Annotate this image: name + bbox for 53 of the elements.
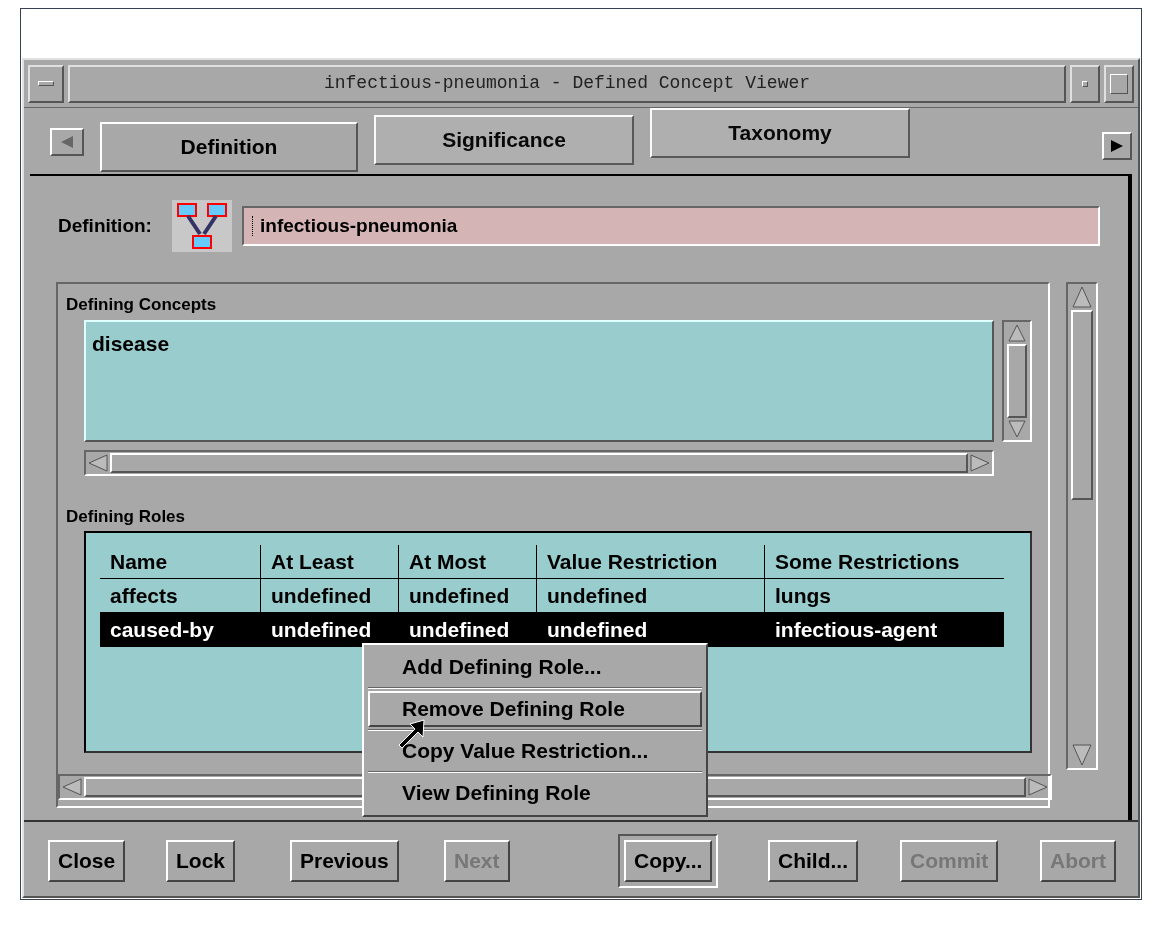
column-header: Name bbox=[109, 548, 169, 575]
table-cell: undefined bbox=[260, 579, 398, 612]
down-triangle-icon bbox=[1071, 742, 1093, 768]
vertical-scrollbar[interactable] bbox=[1066, 282, 1098, 770]
section-heading: Defining Concepts bbox=[66, 295, 217, 314]
table-row[interactable]: caused-by undefined undefined undefined infectious-agent bbox=[100, 613, 1004, 647]
column-header: Value Restriction bbox=[536, 545, 764, 578]
right-triangle-icon bbox=[1109, 138, 1125, 154]
tab-scroll-left-button[interactable] bbox=[50, 128, 84, 156]
maximize-button[interactable] bbox=[1104, 64, 1134, 103]
column-header: At Least bbox=[260, 545, 398, 578]
down-triangle-icon bbox=[1007, 417, 1027, 440]
minimize-button[interactable] bbox=[1070, 64, 1100, 103]
tab-scroll-right-button[interactable] bbox=[1102, 132, 1132, 160]
scroll-thumb[interactable] bbox=[110, 452, 968, 473]
right-triangle-icon bbox=[968, 452, 992, 473]
scroll-thumb[interactable] bbox=[1007, 343, 1027, 418]
up-triangle-icon bbox=[1071, 284, 1093, 310]
window-title: infectious-pneumonia - Defined Concept Viewer bbox=[323, 72, 811, 95]
right-triangle-icon bbox=[1026, 777, 1050, 797]
button[interactable]: Child... bbox=[768, 840, 858, 882]
definition-label: Definition: bbox=[58, 213, 153, 238]
menu-item[interactable]: Copy Value Restriction... bbox=[368, 733, 702, 769]
tab[interactable]: Taxonomy bbox=[650, 108, 910, 158]
button[interactable]: Copy... bbox=[624, 840, 713, 882]
concept-list[interactable]: disease bbox=[84, 319, 994, 442]
column-header: At Most bbox=[398, 545, 536, 578]
table-cell-text: caused-by bbox=[109, 616, 215, 643]
table-cell: undefined bbox=[536, 579, 764, 612]
vertical-scrollbar[interactable] bbox=[1002, 319, 1032, 442]
window-menu-button[interactable] bbox=[28, 64, 64, 103]
tab[interactable]: Definition bbox=[100, 122, 358, 172]
column-header: Some Restrictions bbox=[764, 545, 1004, 578]
menu-item[interactable]: View Defining Role bbox=[368, 775, 702, 811]
tab[interactable]: Significance bbox=[374, 115, 634, 165]
definition-field[interactable]: infectious-pneumonia bbox=[242, 206, 1100, 246]
left-triangle-icon bbox=[86, 452, 110, 473]
scroll-thumb[interactable] bbox=[1071, 310, 1093, 500]
table-cell: lungs bbox=[764, 579, 1004, 612]
button[interactable]: Close bbox=[48, 840, 126, 882]
menu-item[interactable]: Add Defining Role... bbox=[368, 649, 702, 685]
button[interactable]: Lock bbox=[166, 840, 235, 882]
horizontal-scrollbar[interactable] bbox=[84, 449, 994, 476]
left-triangle-icon bbox=[59, 134, 75, 150]
section-heading: Defining Roles bbox=[66, 506, 185, 526]
table-cell-text: affects bbox=[109, 582, 179, 609]
list-item[interactable]: disease bbox=[92, 327, 986, 359]
button[interactable]: Previous bbox=[290, 840, 399, 882]
table-cell: undefined bbox=[398, 579, 536, 612]
left-triangle-icon bbox=[60, 777, 84, 797]
concept-graph-icon bbox=[172, 200, 232, 252]
menu-item[interactable]: Remove Defining Role bbox=[368, 691, 702, 727]
table-cell: infectious-agent bbox=[764, 613, 1004, 646]
